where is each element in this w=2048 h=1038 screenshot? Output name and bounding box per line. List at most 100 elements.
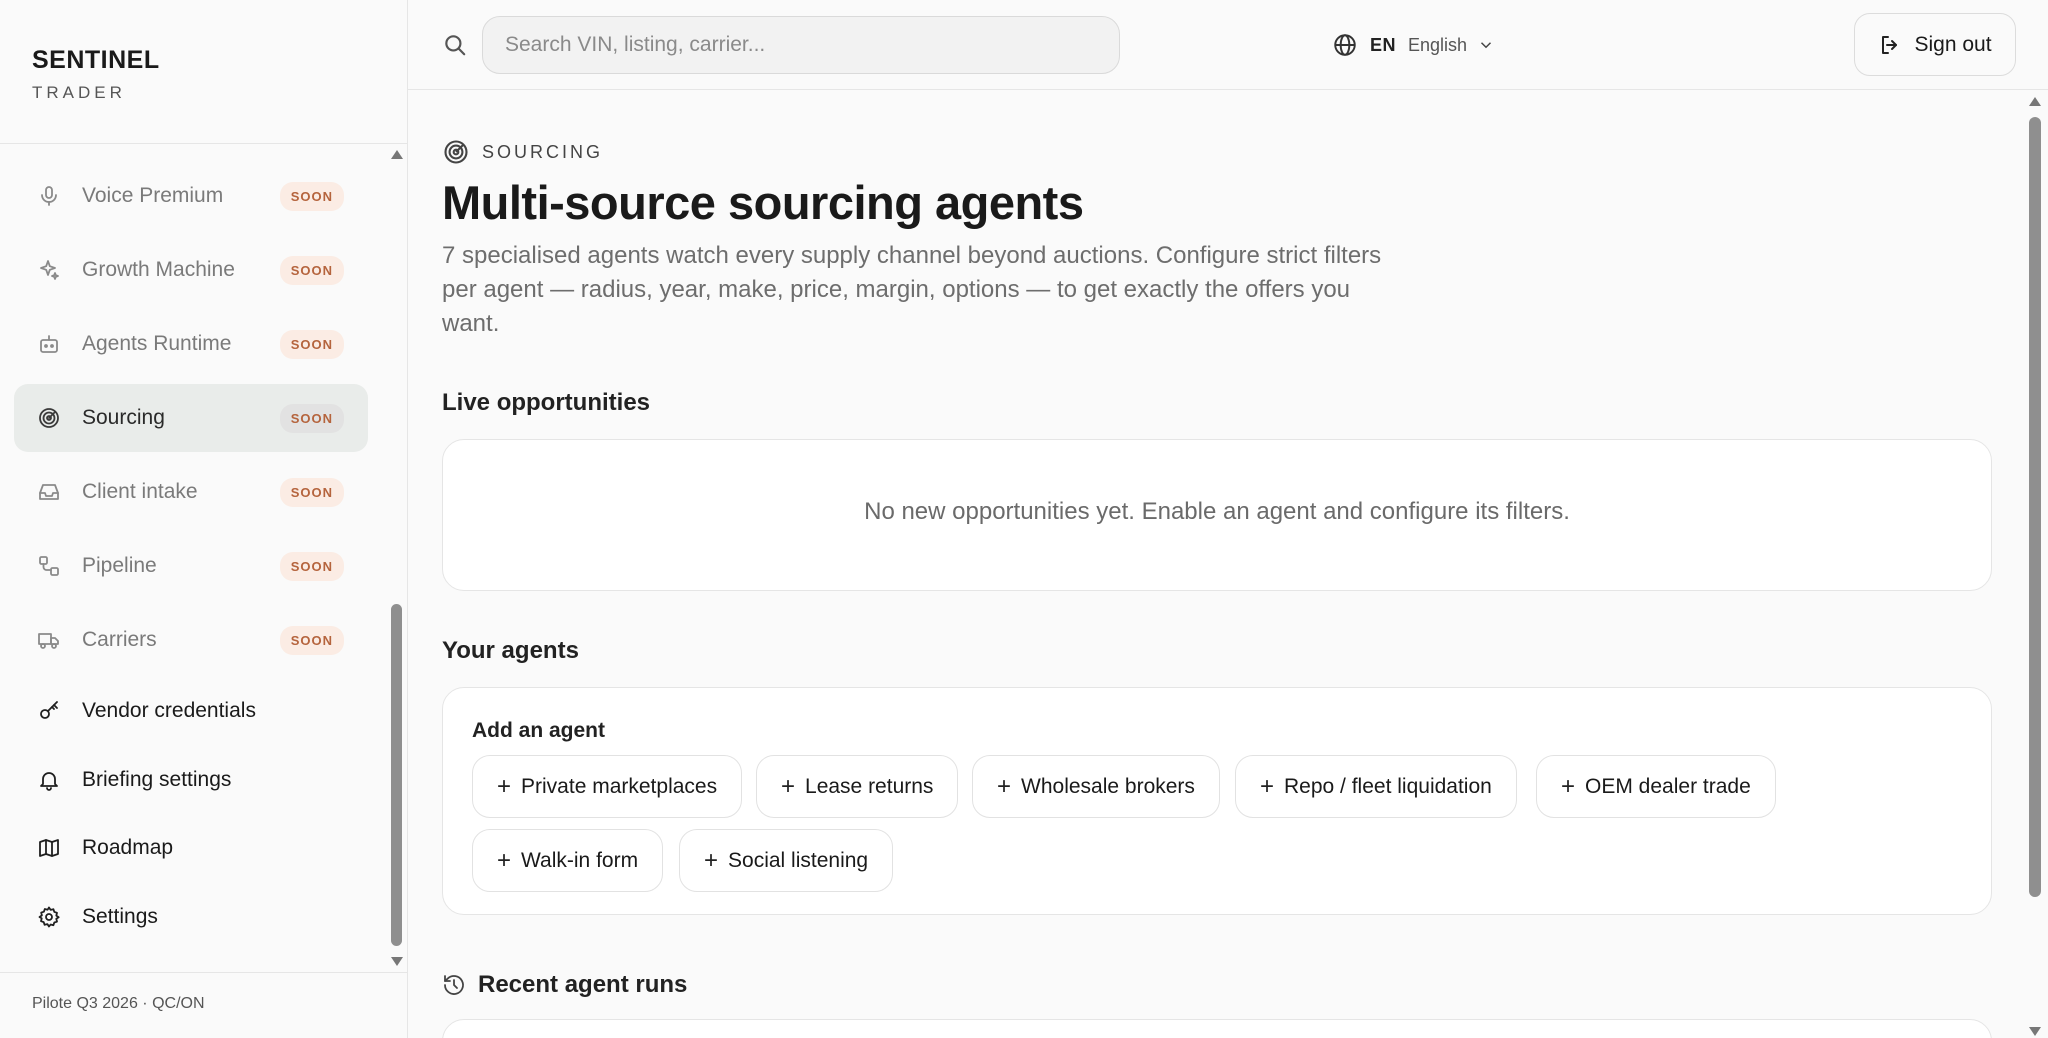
add-agent-chip[interactable]: + Social listening xyxy=(679,829,894,892)
scroll-up-arrow[interactable] xyxy=(2029,97,2041,106)
chip-label: Walk-in form xyxy=(521,848,639,872)
chip-label: Social listening xyxy=(728,848,869,872)
sidebar-item-settings[interactable]: Settings xyxy=(14,883,368,951)
sidebar-item-carriers[interactable]: Carriers SOON xyxy=(14,606,368,674)
sidebar-scrollbar[interactable] xyxy=(390,144,404,972)
language-code: EN xyxy=(1370,34,1397,55)
brand[interactable]: SENTINEL TRADER xyxy=(0,0,407,144)
empty-state-text: No new opportunities yet. Enable an agen… xyxy=(864,498,1570,525)
sparkles-icon xyxy=(36,257,62,283)
sidebar-item-growth-machine[interactable]: Growth Machine SOON xyxy=(14,236,368,304)
add-agent-chip[interactable]: + Lease returns xyxy=(756,755,959,818)
map-icon xyxy=(36,835,62,861)
add-agent-chip[interactable]: + Wholesale brokers xyxy=(972,755,1220,818)
sidebar-nav: Voice Premium SOON Growth Machine SOON A… xyxy=(0,144,392,972)
search-icon xyxy=(442,32,468,58)
topbar: EN English Sign out xyxy=(408,0,2048,90)
recent-runs-title: Recent agent runs xyxy=(478,971,688,998)
scrollbar-thumb[interactable] xyxy=(391,604,402,946)
language-name: English xyxy=(1408,34,1468,55)
inbox-icon xyxy=(36,479,62,505)
sidebar-item-sourcing[interactable]: Sourcing SOON xyxy=(14,384,368,452)
search-input[interactable] xyxy=(482,16,1120,74)
workflow-icon xyxy=(36,553,62,579)
history-icon xyxy=(444,975,464,995)
soon-badge: SOON xyxy=(279,403,344,433)
sidebar-item-label: Roadmap xyxy=(82,836,174,859)
plus-icon: + xyxy=(704,846,719,874)
sign-out-label: Sign out xyxy=(1914,32,1992,56)
soon-badge: SOON xyxy=(279,181,344,211)
scrollbar-thumb[interactable] xyxy=(2029,117,2041,897)
chevron-down-icon xyxy=(1481,42,1492,49)
chip-label: Wholesale brokers xyxy=(1021,774,1195,798)
plus-icon: + xyxy=(497,772,512,800)
scroll-down-arrow[interactable] xyxy=(391,957,403,966)
page-title: Multi-source sourcing agents xyxy=(442,176,1084,229)
soon-badge: SOON xyxy=(279,551,344,581)
sidebar-item-label: Agents Runtime xyxy=(82,332,232,355)
agents-card: Add an agent + Private marketplaces + Leas… xyxy=(442,687,1992,915)
scroll-down-arrow[interactable] xyxy=(2029,1027,2041,1036)
live-opportunities-heading: Live opportunities xyxy=(442,389,651,416)
sidebar-item-label: Sourcing xyxy=(82,406,165,429)
sign-out-button[interactable]: Sign out xyxy=(1854,13,2016,76)
your-agents-heading: Your agents xyxy=(442,637,579,664)
scroll-up-arrow[interactable] xyxy=(391,150,403,159)
sidebar-item-voice-premium[interactable]: Voice Premium SOON xyxy=(14,162,368,230)
main-content: SOURCING Multi-source sourcing agents 7 … xyxy=(408,91,2024,1038)
plus-icon: + xyxy=(497,846,512,874)
sign-out-icon xyxy=(1882,35,1898,54)
soon-badge: SOON xyxy=(279,625,344,655)
sidebar-item-label: Voice Premium xyxy=(82,184,224,207)
sidebar-item-label: Growth Machine xyxy=(82,258,235,281)
add-agent-chip[interactable]: + Repo / fleet liquidation xyxy=(1235,755,1517,818)
sidebar-item-label: Briefing settings xyxy=(82,768,232,791)
soon-badge: SOON xyxy=(279,477,344,507)
sidebar-item-label: Carriers xyxy=(82,628,157,651)
eyebrow-text: SOURCING xyxy=(482,141,604,162)
plus-icon: + xyxy=(1561,772,1576,800)
recent-runs-card xyxy=(442,1019,1992,1038)
sidebar-item-agents-runtime[interactable]: Agents Runtime SOON xyxy=(14,310,368,378)
sidebar: SENTINEL TRADER Voice Premium SOON Growt… xyxy=(0,0,408,1038)
chip-label: Private marketplaces xyxy=(521,774,718,798)
plus-icon: + xyxy=(1260,772,1275,800)
add-agent-title: Add an agent xyxy=(472,719,606,742)
sidebar-item-vendor-credentials[interactable]: Vendor credentials xyxy=(14,677,368,745)
sidebar-item-roadmap[interactable]: Roadmap xyxy=(14,814,368,882)
plus-icon: + xyxy=(997,772,1012,800)
sidebar-item-label: Vendor credentials xyxy=(82,699,256,722)
chip-label: OEM dealer trade xyxy=(1585,774,1751,798)
bot-icon xyxy=(36,331,62,357)
sidebar-item-label: Client intake xyxy=(82,480,198,503)
sidebar-item-label: Settings xyxy=(82,905,158,928)
globe-icon xyxy=(1334,34,1356,56)
sidebar-item-client-intake[interactable]: Client intake SOON xyxy=(14,458,368,526)
brand-subtitle: TRADER xyxy=(32,83,126,102)
add-agent-chip[interactable]: + Walk-in form xyxy=(472,829,664,892)
live-opportunities-card: No new opportunities yet. Enable an agen… xyxy=(442,439,1992,591)
radar-icon xyxy=(444,140,468,164)
plus-icon: + xyxy=(781,772,796,800)
soon-badge: SOON xyxy=(279,329,344,359)
main-scrollbar[interactable] xyxy=(2026,91,2044,1038)
microphone-icon xyxy=(36,183,62,209)
sidebar-item-label: Pipeline xyxy=(82,554,157,577)
brand-name: SENTINEL xyxy=(32,46,160,74)
sidebar-item-pipeline[interactable]: Pipeline SOON xyxy=(14,532,368,600)
sidebar-footer: Pilote Q3 2026 · QC/ON xyxy=(0,972,408,1038)
page-description: 7 specialised agents watch every supply … xyxy=(442,242,1382,337)
radar-icon xyxy=(36,405,62,431)
add-agent-chip[interactable]: + OEM dealer trade xyxy=(1536,755,1776,818)
chip-label: Repo / fleet liquidation xyxy=(1284,774,1492,798)
sidebar-item-briefing-settings[interactable]: Briefing settings xyxy=(14,746,368,814)
gear-icon xyxy=(36,904,62,930)
bell-icon xyxy=(36,767,62,793)
recent-runs-heading: Recent agent runs xyxy=(442,971,687,999)
page-eyebrow: SOURCING xyxy=(442,138,603,166)
soon-badge: SOON xyxy=(279,255,344,285)
language-selector[interactable]: EN English xyxy=(1332,30,1495,60)
add-agent-chip[interactable]: + Private marketplaces xyxy=(472,755,743,818)
chip-label: Lease returns xyxy=(805,774,934,798)
